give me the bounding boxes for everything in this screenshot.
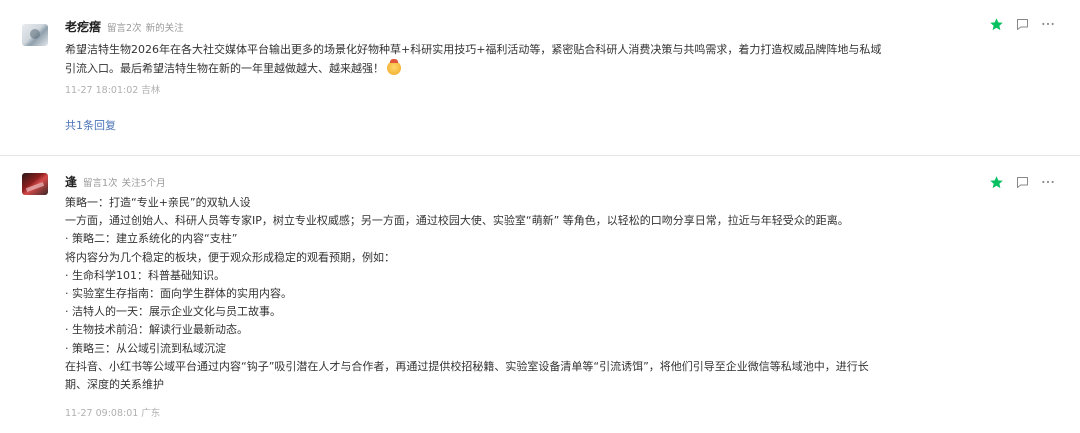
comment-time: 11-27 09:08:01 广东: [65, 408, 161, 419]
comment-meta: 老疙瘩 留言2次 新的关注: [65, 18, 188, 34]
comment-text: 希望洁特生物2026年在各大社交媒体平台输出更多的场景化好物种草+科研实用技巧+…: [65, 40, 945, 78]
star-icon[interactable]: [988, 16, 1004, 32]
comment-line: 引流入口。最后希望洁特生物在新的一年里越做越大、越来越强！: [65, 62, 384, 75]
avatar[interactable]: [22, 173, 48, 195]
view-replies-link[interactable]: 共1条回复: [65, 117, 116, 133]
comment-time: 11-27 18:01:02 吉林: [65, 85, 161, 96]
more-icon[interactable]: [1040, 16, 1056, 32]
comment-actions: [988, 16, 1056, 32]
nickname[interactable]: 逢: [65, 173, 77, 190]
emoji-icon: [387, 59, 401, 75]
comment-line: 希望洁特生物2026年在各大社交媒体平台输出更多的场景化好物种草+科研实用技巧+…: [65, 43, 882, 56]
comment-line: · 洁特人的一天：展示企业文化与员工故事。: [65, 305, 281, 319]
comment-line: · 实验室生存指南：面向学生群体的实用内容。: [65, 287, 292, 301]
comment-line: · 生物技术前沿：解读行业最新动态。: [65, 323, 248, 337]
more-icon[interactable]: [1040, 174, 1056, 190]
comment-line: 一方面，通过创始人、科研人员等专家IP，树立专业权威感；另一方面，通过校园大使、…: [65, 214, 849, 228]
nickname[interactable]: 老疙瘩: [65, 18, 101, 35]
follow-status: 新的关注: [145, 23, 184, 34]
comment-line: · 策略三：从公域引流到私域沉淀: [65, 341, 226, 355]
comment-icon[interactable]: [1014, 16, 1030, 32]
comment-line: · 生命科学101：科普基础知识。: [65, 268, 225, 282]
comment-line: 将内容分为几个稳定的板块，便于观众形成稳定的观看预期，例如：: [65, 250, 395, 264]
comment-icon[interactable]: [1014, 174, 1030, 190]
message-count: 留言1次: [83, 178, 118, 189]
comment-item: 逢 留言1次 关注5个月 策略一：打造“专业+亲民”的双轨人设 一方面，通过创始…: [0, 156, 1080, 433]
comment-line: · 策略二：建立系统化的内容“支柱”: [65, 232, 238, 246]
avatar[interactable]: [22, 24, 48, 46]
comment-item: 老疙瘩 留言2次 新的关注 希望洁特生物2026年在各大社交媒体平台输出更多的场…: [0, 0, 1080, 155]
comment-line-wrapper: 引流入口。最后希望洁特生物在新的一年里越做越大、越来越强！: [65, 59, 945, 78]
comment-line: 在抖音、小红书等公域平台通过内容“钩子”吸引潜在人才与合作者，再通过提供校招秘籍…: [65, 359, 869, 373]
comment-text: 策略一：打造“专业+亲民”的双轨人设 一方面，通过创始人、科研人员等专家IP，树…: [65, 194, 945, 394]
star-icon[interactable]: [988, 174, 1004, 190]
comment-line: 策略一：打造“专业+亲民”的双轨人设: [65, 196, 251, 209]
comment-actions: [988, 174, 1056, 190]
comment-line: 期、深度的关系维护: [65, 378, 164, 392]
comment-meta: 逢 留言1次 关注5个月: [65, 173, 170, 189]
follow-status: 关注5个月: [121, 178, 166, 189]
message-count: 留言2次: [107, 23, 142, 34]
